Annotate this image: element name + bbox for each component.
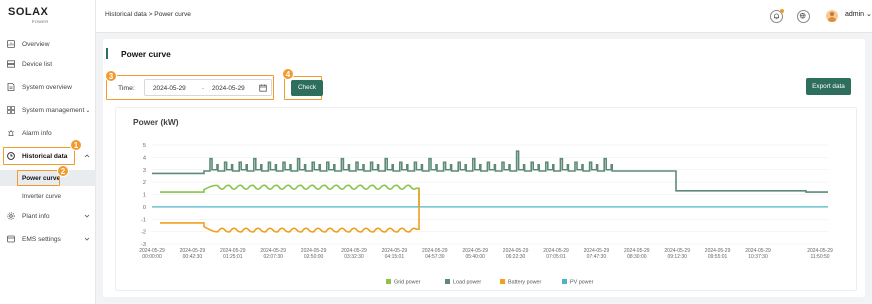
top-bar: Historical data > Power curve admin ⌄ (96, 0, 872, 33)
x-tick-label: 04:15:01 (385, 254, 405, 260)
y-tick-label: 3 (143, 168, 146, 174)
sidebar-item-system-management[interactable]: System management ⌄ (0, 102, 96, 118)
legend-swatch (445, 279, 450, 284)
globe-icon[interactable] (797, 10, 810, 23)
legend-label: Battery power (508, 280, 541, 286)
x-tick-label: 08:30:00 (627, 254, 647, 260)
chevron-up-icon (84, 154, 90, 158)
system-management-icon (7, 106, 15, 114)
chevron-down-icon (84, 214, 90, 218)
x-tick-label: 05:40:00 (465, 254, 485, 260)
series-grid-power (160, 184, 420, 207)
marker-2: 2 (57, 165, 69, 177)
x-tick-label: 00:42:30 (183, 254, 203, 260)
avatar[interactable] (826, 10, 838, 22)
system-overview-icon (7, 83, 15, 91)
sidebar-item-ems-settings[interactable]: EMS settings (0, 231, 96, 247)
main-panel: Power curve 3 Time: 2024-05-29 - 2024-05… (103, 39, 865, 297)
brand-sub: POWER (31, 19, 49, 24)
y-tick-label: 1 (143, 193, 146, 199)
x-tick-label: 02:50:00 (304, 254, 324, 260)
x-tick-label: 09:12:30 (667, 254, 687, 260)
check-button[interactable]: Check (291, 80, 323, 96)
sidebar-item-label: Device list (22, 60, 53, 68)
ems-icon (7, 235, 15, 243)
y-tick-label: 2 (143, 180, 146, 186)
y-tick-label: 0 (143, 205, 146, 211)
chevron-down-icon: ⌄ (866, 11, 872, 18)
sidebar-item-alarm-info[interactable]: Alarm info (0, 125, 96, 141)
highlight-historical-data (3, 147, 75, 165)
x-tick-label: 00:00:00 (142, 254, 162, 260)
dashboard-icon (7, 40, 15, 48)
legend-swatch (500, 279, 505, 284)
sidebar-item-label: System management (22, 106, 85, 114)
sidebar-item-label: Alarm info (22, 129, 52, 137)
notification-dot (780, 9, 784, 13)
chevron-down-icon (84, 237, 90, 241)
sidebar-item-system-overview[interactable]: System overview (0, 79, 96, 95)
end-date[interactable]: 2024-05-29 (212, 85, 245, 92)
legend-swatch (386, 279, 391, 284)
sidebar-subitem-inverter-curve[interactable]: Inverter curve (0, 188, 96, 204)
breadcrumb: Historical data > Power curve (105, 11, 191, 18)
marker-3: 3 (105, 70, 117, 82)
sidebar-item-label: Plant info (22, 212, 50, 220)
series-battery-power (160, 188, 420, 233)
power-chart-svg: 543210-1-2-32024-05-2900:00:002024-05-29… (139, 143, 833, 286)
date-range-picker[interactable]: 2024-05-29 - 2024-05-29 (144, 79, 272, 96)
legend-label: Load power (453, 280, 481, 286)
x-tick-label: 07:05:01 (546, 254, 566, 260)
legend-label: PV power (570, 280, 594, 286)
device-list-icon (7, 60, 15, 68)
sidebar-item-label: System overview (22, 83, 72, 91)
y-tick-label: -2 (141, 230, 146, 236)
x-tick-label: 01:25:01 (223, 254, 243, 260)
start-date[interactable]: 2024-05-29 (153, 85, 186, 92)
sidebar-item-label: EMS settings (22, 235, 61, 243)
sidebar-item-device-list[interactable]: Device list (0, 56, 96, 72)
x-tick-label: 06:22:30 (506, 254, 526, 260)
x-tick-label: 10:37:30 (748, 254, 768, 260)
page-title: Power curve (121, 49, 171, 59)
export-data-button[interactable]: Export data (806, 78, 851, 95)
y-tick-label: -1 (141, 217, 146, 223)
x-tick-label: 03:32:30 (344, 254, 364, 260)
plant-icon (7, 212, 15, 220)
sidebar-item-label: Overview (22, 40, 50, 48)
alarm-icon (7, 130, 15, 136)
sidebar-item-plant-info[interactable]: Plant info (0, 208, 96, 224)
user-name: admin (845, 11, 865, 18)
time-label: Time: (118, 85, 135, 92)
y-tick-label: 5 (143, 143, 146, 149)
logo[interactable]: SOLAX POWER (0, 0, 95, 34)
highlight-power-curve (17, 170, 60, 186)
sidebar: SOLAX POWER Overview Device list System o… (0, 0, 96, 304)
legend-label: Grid power (394, 280, 421, 286)
power-chart: Power (kW) 5 4 3 2 1 0 -1 -2 -3 2024-05-29 00:00:0… (115, 107, 857, 291)
notification-bell-icon[interactable] (770, 9, 784, 23)
marker-4: 4 (282, 68, 294, 80)
x-tick-label: 02:07:30 (263, 254, 283, 260)
x-tick-label: 07:47:30 (587, 254, 607, 260)
title-accent (106, 48, 108, 59)
y-tick-label: 4 (143, 155, 146, 161)
x-tick-label: 04:57:30 (425, 254, 445, 260)
date-separator: - (202, 85, 205, 92)
legend-swatch (562, 279, 567, 284)
chevron-down-icon: ⌄ (85, 107, 91, 114)
user-menu[interactable]: admin ⌄ (845, 10, 872, 18)
sidebar-subitem-label: Inverter curve (22, 192, 62, 200)
x-tick-label: 09:55:01 (708, 254, 728, 260)
marker-1: 1 (70, 139, 82, 151)
x-tick-label: 11:50:50 (810, 254, 829, 260)
calendar-icon[interactable] (259, 84, 267, 92)
sidebar-item-overview[interactable]: Overview (0, 36, 96, 52)
